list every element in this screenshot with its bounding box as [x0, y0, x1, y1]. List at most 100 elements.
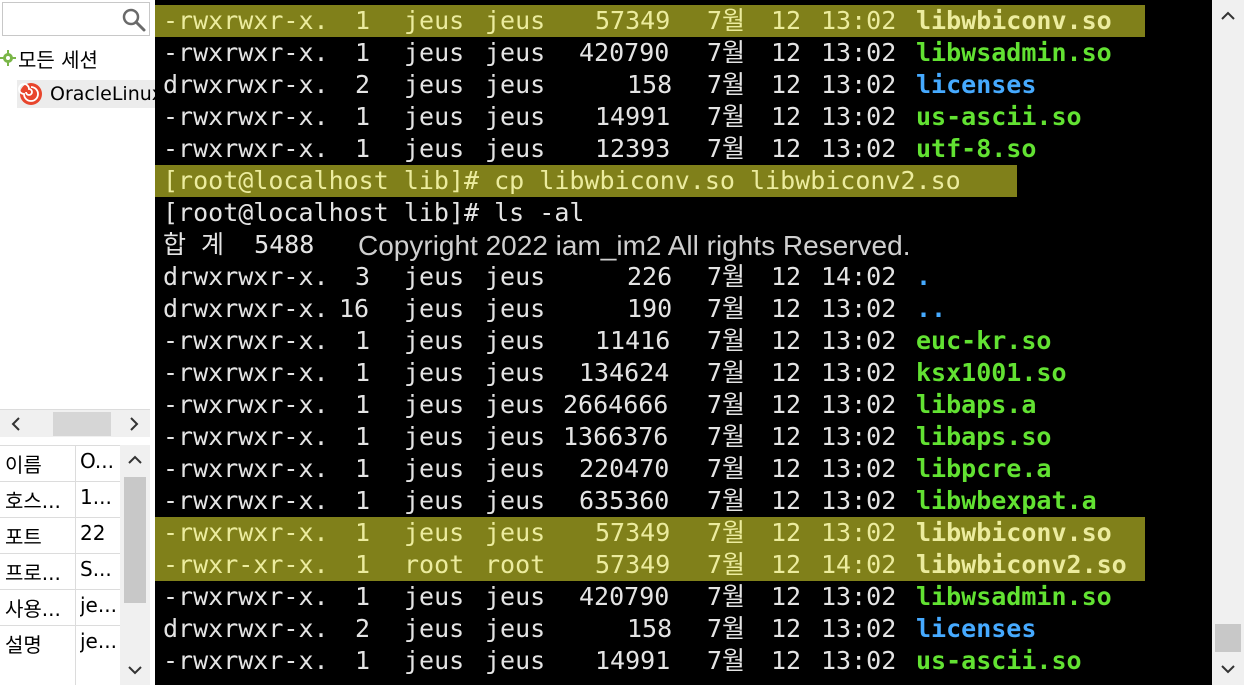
terminal-file-row: -rwxrwxr-x. 1 jeus jeus 57349 7월 12 13:02 libwbi…	[155, 5, 1203, 37]
property-key: 사용...	[5, 597, 61, 621]
file-month: 7월	[707, 358, 746, 387]
file-perm: -rwxrwxr-x.	[163, 390, 329, 419]
terminal-file-row: -rwxrwxr-x. 1 jeus jeus 14991 7월 12 13:02 us-asc…	[163, 101, 1203, 133]
file-owner: jeus	[404, 454, 465, 483]
file-perm: drwxrwxr-x.	[163, 262, 329, 291]
horizontal-scrollbar[interactable]	[0, 409, 150, 437]
file-day: 12	[771, 422, 802, 451]
file-owner: jeus	[404, 70, 465, 99]
properties-vertical-scrollbar[interactable]	[120, 445, 150, 685]
file-name: libwsadmin.so	[916, 582, 1112, 611]
terminal-file-row: -rwxrwxr-x. 1 jeus jeus 134624 7월 12 13:02 ksx10…	[163, 357, 1203, 389]
file-links: 1	[355, 550, 371, 579]
file-links: 3	[355, 262, 371, 291]
terminal-output[interactable]: -rwxrwxr-x. 1 jeus jeus 57349 7월 12 13:02 libwbi…	[155, 0, 1212, 685]
file-owner: jeus	[404, 102, 465, 131]
terminal-text: [root@localhost lib]# cp libwbiconv.so l…	[163, 166, 961, 195]
tree-root-label: 모든 세션	[18, 47, 98, 72]
file-perm: -rwxrwxr-x.	[163, 582, 329, 611]
property-key: 설명	[5, 633, 42, 657]
terminal-vertical-scrollbar[interactable]	[1212, 0, 1244, 685]
property-row[interactable]: 이름 O...	[0, 445, 120, 481]
scroll-right-button[interactable]	[120, 410, 148, 438]
terminal-file-row: -rwxr-xr-x. 1 root root 57349 7월 12 14:02 libwbi…	[155, 549, 1203, 581]
scroll-left-button[interactable]	[2, 410, 30, 438]
tree-item-session[interactable]: OracleLinux	[17, 80, 155, 108]
file-links: 1	[355, 486, 371, 515]
file-day: 12	[771, 518, 802, 547]
chevron-left-icon	[11, 417, 20, 431]
file-perm: -rwxrwxr-x.	[163, 646, 329, 675]
file-name: us-ascii.so	[916, 646, 1082, 675]
file-name: libaps.so	[916, 422, 1052, 451]
file-owner: jeus	[404, 646, 465, 675]
property-row[interactable]: 프로... S...	[0, 553, 120, 589]
terminal-scroll-down-button[interactable]	[1212, 653, 1244, 685]
terminal-scroll-up-button[interactable]	[1212, 0, 1244, 32]
scroll-up-button[interactable]	[120, 445, 150, 475]
file-month: 7월	[707, 326, 746, 355]
file-day: 12	[771, 262, 802, 291]
property-key: 프로...	[5, 561, 61, 585]
file-day: 12	[771, 102, 802, 131]
chevron-up-icon	[1221, 11, 1235, 20]
file-perm: -rwxrwxr-x.	[163, 486, 329, 515]
file-size: 420790	[579, 582, 670, 611]
file-owner: root	[404, 550, 465, 579]
file-owner: jeus	[404, 134, 465, 163]
file-group: jeus	[485, 262, 546, 291]
file-time: 13:02	[821, 70, 897, 99]
file-day: 12	[771, 646, 802, 675]
property-row[interactable]: 설명 je...	[0, 625, 120, 661]
file-owner: jeus	[404, 486, 465, 515]
file-group: jeus	[485, 6, 546, 35]
file-perm: drwxrwxr-x.	[163, 294, 329, 323]
terminal-file-row: -rwxrwxr-x. 1 jeus jeus 12393 7월 12 13:02 utf-8.…	[163, 133, 1203, 165]
file-size: 420790	[579, 38, 670, 67]
file-links: 1	[355, 326, 371, 355]
file-month: 7월	[707, 614, 746, 643]
vertical-scroll-thumb[interactable]	[124, 477, 146, 603]
copyright-watermark: Copyright 2022 iam_im2 All rights Reserv…	[358, 230, 911, 261]
file-links: 1	[355, 358, 371, 387]
terminal-file-row: -rwxrwxr-x. 1 jeus jeus 420790 7월 12 13:02 libws…	[163, 581, 1203, 613]
chevron-up-icon	[128, 455, 142, 464]
file-owner: jeus	[404, 38, 465, 67]
file-owner: jeus	[404, 6, 465, 35]
file-links: 1	[355, 134, 371, 163]
file-group: jeus	[485, 582, 546, 611]
terminal-file-row: -rwxrwxr-x. 1 jeus jeus 2664666 7월 12 13:02 liba…	[163, 389, 1203, 421]
terminal-file-row: -rwxrwxr-x. 1 jeus jeus 57349 7월 12 13:02 libwbi…	[155, 517, 1203, 549]
terminal-text: 합 계 5488	[163, 230, 315, 259]
file-group: jeus	[485, 38, 546, 67]
search-icon[interactable]	[121, 7, 147, 33]
terminal-file-row: drwxrwxr-x. 3 jeus jeus 226 7월 12 14:02.	[163, 261, 1203, 293]
file-group: jeus	[485, 102, 546, 131]
property-row[interactable]: 사용... je...	[0, 589, 120, 625]
property-row[interactable]: 호스... 1...	[0, 481, 120, 517]
file-links: 1	[355, 454, 371, 483]
file-month: 7월	[707, 38, 746, 67]
file-size: 134624	[579, 358, 670, 387]
session-search-input[interactable]	[2, 2, 150, 36]
file-day: 12	[771, 134, 802, 163]
scroll-down-button[interactable]	[120, 655, 150, 685]
terminal-scroll-thumb[interactable]	[1215, 624, 1241, 652]
file-owner: jeus	[404, 422, 465, 451]
file-name: libwsadmin.so	[916, 38, 1112, 67]
file-size: 226	[627, 262, 673, 291]
property-row[interactable]: 포트 22	[0, 517, 120, 553]
file-perm: drwxrwxr-x.	[163, 614, 329, 643]
horizontal-scroll-thumb[interactable]	[53, 412, 111, 436]
property-value: 22	[80, 521, 106, 545]
file-day: 12	[771, 582, 802, 611]
file-perm: -rwxrwxr-x.	[163, 454, 329, 483]
file-day: 12	[771, 6, 802, 35]
file-size: 57349	[595, 6, 671, 35]
file-owner: jeus	[404, 326, 465, 355]
file-time: 13:02	[821, 486, 897, 515]
tree-item-all-sessions[interactable]: 모든 세션	[0, 44, 98, 72]
terminal-file-row: -rwxrwxr-x. 1 jeus jeus 635360 7월 12 13:02 libwb…	[163, 485, 1203, 517]
file-links: 1	[355, 518, 371, 547]
terminal-text: [root@localhost lib]# ls -al	[163, 198, 585, 227]
